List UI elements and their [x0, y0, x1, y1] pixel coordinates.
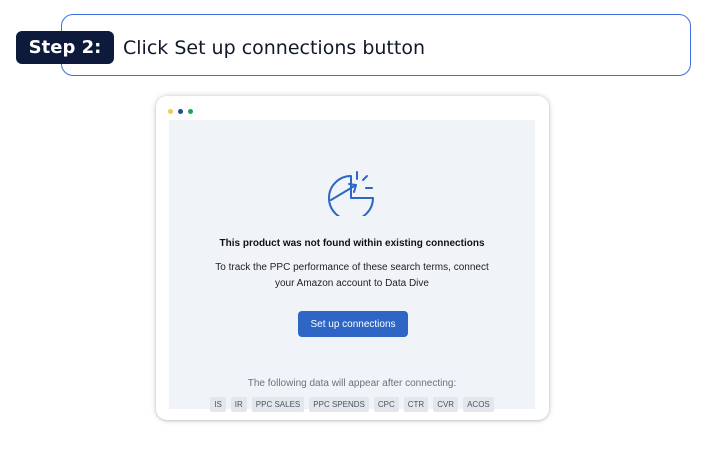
metric-tag: IR: [230, 397, 247, 412]
step-instruction: Click Set up connections button: [123, 37, 425, 59]
metric-tag: PPC SPENDS: [309, 397, 369, 412]
metric-tag: IS: [210, 397, 226, 412]
not-found-title: This product was not found within existi…: [219, 238, 485, 249]
step-badge: Step 2:: [16, 31, 114, 64]
connect-description: To track the PPC performance of these se…: [215, 262, 489, 289]
metric-tags: IS IR PPC SALES PPC SPENDS CPC CTR CVR A…: [169, 397, 535, 412]
metric-tag: PPC SALES: [251, 397, 305, 412]
connections-panel: This product was not found within existi…: [169, 120, 535, 412]
browser-window: This product was not found within existi…: [156, 96, 549, 420]
set-up-connections-button[interactable]: Set up connections: [298, 311, 408, 337]
window-dot-blue: [178, 109, 183, 114]
metric-tag: CPC: [373, 397, 399, 412]
pie-chart-growth-icon: [327, 166, 379, 221]
window-dot-yellow: [168, 109, 173, 114]
window-dot-green: [188, 109, 193, 114]
after-connecting-text: The following data will appear after con…: [247, 378, 457, 389]
metric-tag: ACOS: [463, 397, 494, 412]
metric-tag: CVR: [433, 397, 459, 412]
metric-tag: CTR: [403, 397, 429, 412]
